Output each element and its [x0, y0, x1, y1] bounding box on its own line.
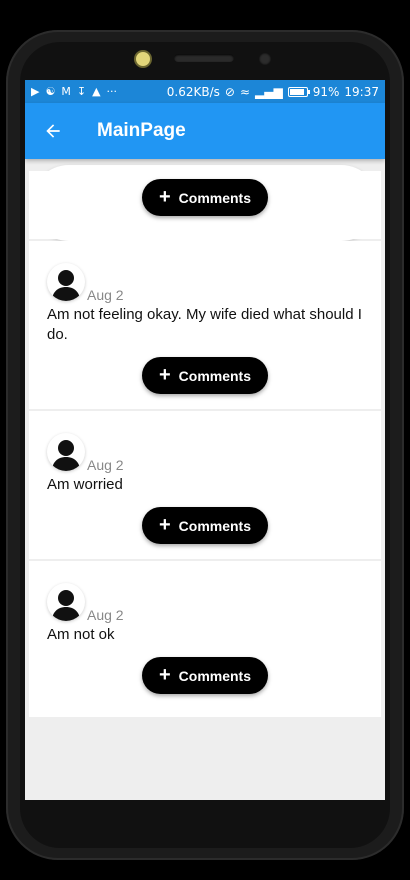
user-silhouette-icon	[52, 270, 80, 301]
post-text: Am not ok	[47, 626, 115, 643]
plus-icon: +	[158, 185, 171, 208]
front-camera	[136, 52, 150, 66]
comments-label: Comments	[178, 367, 252, 384]
avatar	[47, 263, 85, 301]
arrow-left-icon	[46, 124, 60, 138]
post-date: Aug 2	[87, 287, 124, 303]
youtube-icon: ▶	[31, 85, 40, 98]
page-title: MainPage	[97, 120, 186, 141]
plus-icon: +	[158, 513, 171, 536]
status-bar: ▶ ☯ M ↧ ▲ ··· 0.62KB/s ⊘ ≈ ▂▄▆ 91% 19:37	[25, 80, 385, 103]
post-text: Am not feeling okay. My wife died what s…	[47, 306, 362, 343]
post-feed: + Comments Aug 2 Am not feeling okay. My…	[29, 171, 381, 719]
post-date: Aug 2	[87, 607, 124, 623]
comments-label: Comments	[178, 517, 252, 534]
battery-percent: 91%	[312, 84, 340, 99]
app-bar: MainPage	[25, 103, 385, 159]
download-icon: ↧	[76, 85, 87, 98]
comments-button[interactable]: + Comments	[142, 179, 268, 216]
dnd-icon: ⊘	[224, 84, 235, 99]
wifi-icon: ≈	[239, 84, 251, 99]
post-text: Am worried	[47, 476, 123, 493]
post-card: + Comments	[29, 171, 381, 239]
comments-button[interactable]: + Comments	[142, 657, 268, 694]
avatar	[47, 433, 85, 471]
plus-icon: +	[158, 363, 171, 386]
signal-icon: ▂▄▆	[255, 84, 283, 99]
user-silhouette-icon	[52, 590, 80, 621]
comments-label: Comments	[178, 667, 252, 684]
more-icon: ···	[106, 85, 118, 98]
post-date: Aug 2	[87, 457, 124, 473]
post-card: Aug 2 Am not ok + Comments	[29, 561, 381, 717]
comments-label: Comments	[178, 189, 252, 206]
network-speed: 0.62KB/s	[166, 84, 220, 99]
user-silhouette-icon	[52, 440, 80, 471]
post-card: Aug 2 Am not feeling okay. My wife died …	[29, 241, 381, 409]
comments-button[interactable]: + Comments	[142, 507, 268, 544]
plus-icon: +	[158, 663, 171, 686]
comments-button[interactable]: + Comments	[142, 357, 268, 394]
bottle-icon: ▲	[92, 85, 101, 98]
battery-icon	[287, 86, 310, 97]
gmail-icon: M	[61, 85, 71, 98]
earpiece-speaker	[174, 54, 234, 62]
proximity-sensor	[259, 53, 271, 65]
shirt-icon: ☯	[45, 85, 56, 98]
clock: 19:37	[344, 84, 379, 99]
back-button[interactable]	[25, 103, 81, 159]
avatar	[47, 583, 85, 621]
post-card: Aug 2 Am worried + Comments	[29, 411, 381, 559]
